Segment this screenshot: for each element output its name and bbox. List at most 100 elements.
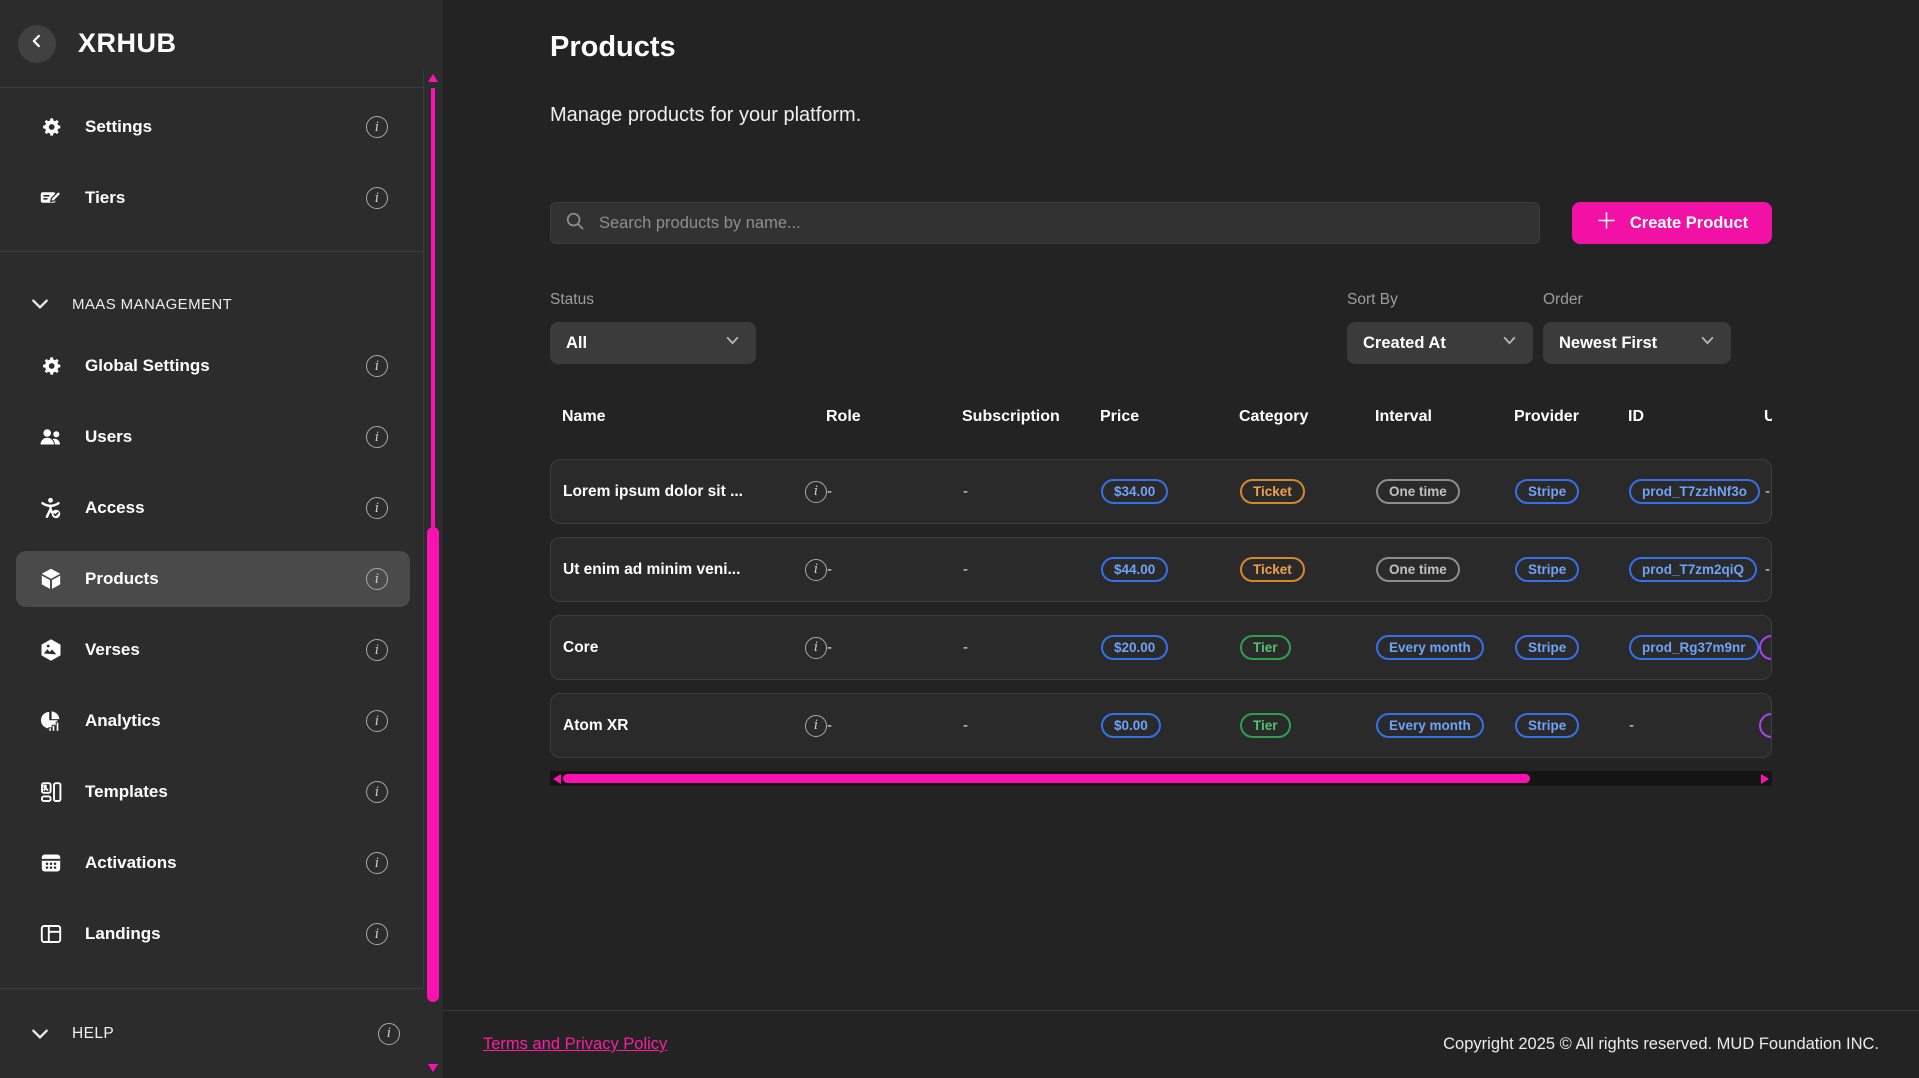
box-icon [39, 567, 63, 591]
sidebar-section-maas-management[interactable]: MAAS MANAGEMENT [16, 278, 410, 330]
product-name: Core [563, 639, 598, 657]
cell-id: prod_T7zzhNf3o [1629, 483, 1765, 501]
sidebar-edge-divider [423, 70, 424, 1078]
info-icon[interactable] [366, 923, 388, 945]
sort-by-select[interactable]: Created At [1347, 322, 1533, 364]
subscription-value: - [963, 561, 968, 578]
column-header-interval: Interval [1375, 408, 1514, 426]
scrollbar-left-arrow[interactable] [553, 774, 561, 784]
info-icon[interactable] [366, 710, 388, 732]
info-icon[interactable] [366, 568, 388, 590]
toolbar: Create Product [550, 202, 1772, 244]
category-badge: Ticket [1240, 557, 1305, 582]
sidebar-item-access[interactable]: Access [16, 480, 410, 536]
sidebar-item-activations[interactable]: Activations [16, 835, 410, 891]
info-icon[interactable] [805, 637, 827, 659]
sidebar-item-label: Global Settings [85, 356, 210, 376]
sidebar-item-analytics[interactable]: Analytics [16, 693, 410, 749]
cell-interval: Every month [1376, 639, 1515, 657]
cell-updated: - [1765, 483, 1772, 501]
cell-name: Lorem ipsum dolor sit ... [563, 481, 827, 503]
updated-value: - [1765, 561, 1770, 578]
search-box [550, 202, 1540, 244]
cell-role: - [827, 561, 963, 579]
sidebar-item-label: Access [85, 498, 145, 518]
subscription-value: - [963, 717, 968, 734]
create-product-button[interactable]: Create Product [1572, 202, 1772, 244]
status-select[interactable]: All [550, 322, 756, 364]
hexagon-image-icon [39, 638, 63, 662]
interval-badge: Every month [1376, 635, 1484, 660]
product-name: Atom XR [563, 717, 628, 735]
info-icon[interactable] [366, 781, 388, 803]
cell-provider: Stripe [1515, 717, 1629, 735]
info-icon[interactable] [805, 559, 827, 581]
cell-category: Ticket [1240, 561, 1376, 579]
filter-sort-by: Sort By Created At [1347, 291, 1533, 364]
provider-badge: Stripe [1515, 557, 1579, 582]
filter-status: Status All [550, 291, 756, 364]
updated-value: - [1765, 483, 1770, 500]
id-badge: prod_T7zm2qiQ [1629, 557, 1757, 582]
scrollbar-down-arrow[interactable] [428, 1064, 438, 1072]
table-row[interactable]: Lorem ipsum dolor sit ...--$34.00TicketO… [550, 459, 1772, 524]
sidebar-item-products[interactable]: Products [16, 551, 410, 607]
sidebar-item-label: Settings [85, 117, 152, 137]
products-table: NameRoleSubscriptionPriceCategoryInterva… [550, 399, 1772, 786]
table-row[interactable]: Atom XR--$0.00TierEvery monthStripe- [550, 693, 1772, 758]
id-badge: prod_Rg37m9nr [1629, 635, 1759, 660]
sidebar-collapse-button[interactable] [18, 25, 56, 63]
sidebar-section-help[interactable]: HELP [0, 988, 424, 1078]
sidebar-item-tiers[interactable]: Tiers [16, 170, 410, 226]
order-select[interactable]: Newest First [1543, 322, 1731, 364]
info-icon[interactable] [366, 639, 388, 661]
role-value: - [827, 483, 832, 500]
sidebar-nav: Settings Tiers MAAS MANAGEMENT Global Setti… [0, 88, 443, 962]
table-row[interactable]: Ut enim ad minim veni...--$44.00TicketOn… [550, 537, 1772, 602]
sidebar-item-verses[interactable]: Verses [16, 622, 410, 678]
cell-name: Atom XR [563, 715, 827, 737]
sidebar-item-label: Tiers [85, 188, 125, 208]
info-icon[interactable] [805, 715, 827, 737]
info-icon[interactable] [366, 116, 388, 138]
scrollbar-up-arrow[interactable] [428, 74, 438, 82]
info-icon[interactable] [366, 426, 388, 448]
sidebar-item-settings[interactable]: Settings [16, 99, 410, 155]
gear-icon [39, 354, 63, 378]
terms-privacy-link[interactable]: Terms and Privacy Policy [483, 1035, 667, 1054]
info-icon[interactable] [366, 497, 388, 519]
category-badge: Tier [1240, 713, 1291, 738]
info-icon[interactable] [805, 481, 827, 503]
category-badge: Ticket [1240, 479, 1305, 504]
table-row[interactable]: Core--$20.00TierEvery monthStripeprod_Rg… [550, 615, 1772, 680]
chevron-left-icon [26, 30, 48, 57]
section-label: MAAS MANAGEMENT [72, 296, 232, 313]
scrollbar-right-arrow[interactable] [1761, 774, 1769, 784]
info-icon[interactable] [366, 355, 388, 377]
horizontal-scrollbar-thumb[interactable] [563, 774, 1530, 783]
layout-panel-icon [39, 922, 63, 946]
sidebar-scrollbar-thumb[interactable] [427, 527, 439, 1002]
sidebar-scrollbar-track[interactable] [431, 88, 435, 527]
price-badge: $20.00 [1101, 635, 1168, 660]
sidebar-item-templates[interactable]: Templates [16, 764, 410, 820]
create-product-label: Create Product [1630, 214, 1748, 233]
footer: Terms and Privacy Policy Copyright 2025 … [443, 1010, 1919, 1078]
role-value: - [827, 717, 832, 734]
cell-subscription: - [963, 483, 1101, 501]
info-icon[interactable] [366, 852, 388, 874]
chevron-down-icon [1502, 333, 1517, 353]
table-body: Lorem ipsum dolor sit ...--$34.00TicketO… [550, 459, 1772, 758]
sidebar-item-global-settings[interactable]: Global Settings [16, 338, 410, 394]
pie-chart-icon [39, 709, 63, 733]
cell-provider: Stripe [1515, 561, 1629, 579]
category-badge: Tier [1240, 635, 1291, 660]
sort-by-select-value: Created At [1363, 334, 1446, 353]
cell-category: Tier [1240, 717, 1376, 735]
sidebar-item-landings[interactable]: Landings [16, 906, 410, 962]
search-input[interactable] [597, 213, 1525, 234]
sidebar-item-users[interactable]: Users [16, 409, 410, 465]
info-icon[interactable] [378, 1023, 400, 1045]
info-icon[interactable] [366, 187, 388, 209]
status-filter-label: Status [550, 291, 756, 309]
